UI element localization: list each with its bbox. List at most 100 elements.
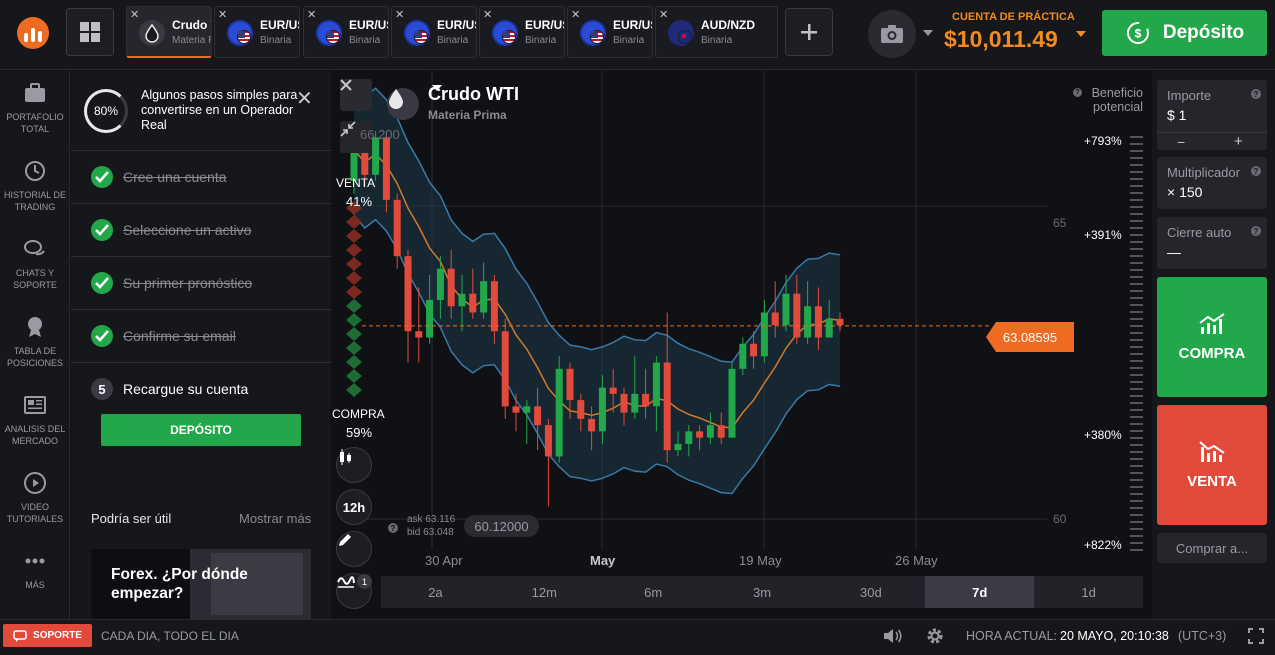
onboarding-step[interactable]: Seleccione un activo: [71, 203, 331, 255]
candle-body: [512, 406, 520, 413]
pencil-icon: [339, 534, 351, 546]
grid-view-button[interactable]: [66, 8, 114, 56]
asset-tab-eurusd[interactable]: ✕ EUR/USD Binaria: [479, 6, 565, 58]
close-panel-icon[interactable]: ✕: [296, 86, 313, 111]
settings-gear-icon[interactable]: [926, 627, 944, 645]
multiplier-field[interactable]: Multiplicador ? × 150: [1157, 157, 1267, 209]
help-icon[interactable]: ?: [1251, 89, 1261, 99]
volume-icon[interactable]: [883, 628, 903, 644]
onboarding-deposit-button[interactable]: DEPÓSITO: [101, 414, 301, 446]
candle-body: [631, 393, 639, 413]
drawing-tools-button[interactable]: [336, 531, 372, 567]
onboarding-title: Algunos pasos simples para convertirse e…: [141, 88, 298, 132]
oil-drop-icon: [139, 20, 165, 46]
time-range-1d[interactable]: 1d: [1034, 576, 1143, 608]
camera-dropdown-icon[interactable]: [922, 29, 934, 37]
sidebar-item-label: HISTORIAL DE TRADING: [3, 190, 66, 212]
ask-price: ask 63.116: [407, 514, 456, 525]
tab-sub: Binaria: [260, 35, 292, 46]
asset-tab-eurusd[interactable]: ✕ EUR/USD Binaria: [567, 6, 653, 58]
show-more-link[interactable]: Mostrar más: [239, 511, 311, 526]
account-type-label[interactable]: CUENTA DE PRÁCTICA: [952, 11, 1075, 23]
auto-close-value: —: [1167, 244, 1181, 260]
time-range-6m[interactable]: 6m: [599, 576, 708, 608]
candle-body: [825, 318, 833, 338]
bollinger-band: [354, 84, 840, 494]
buy-sentiment-marker: [346, 299, 362, 313]
sidebar-item-market-analysis[interactable]: ANALISIS DEL MERCADO: [0, 393, 70, 447]
close-tab-icon[interactable]: ✕: [571, 8, 580, 21]
help-icon[interactable]: ?: [1251, 166, 1261, 176]
fullscreen-icon[interactable]: [1248, 628, 1264, 644]
close-tab-icon[interactable]: ✕: [659, 8, 668, 21]
asset-selector[interactable]: Crudo WTI: [428, 84, 519, 105]
asset-tab-audnzd[interactable]: ✕ AUD/NZD Binaria: [655, 6, 778, 58]
tab-name: AUD/NZD: [701, 18, 755, 32]
current-time-label: HORA ACTUAL:: [966, 629, 1057, 643]
candle-body: [469, 293, 477, 313]
candle-body: [534, 406, 542, 426]
buy-label: COMPRA: [1178, 344, 1246, 362]
close-tab-icon[interactable]: ✕: [307, 8, 316, 21]
close-tab-icon[interactable]: ✕: [130, 8, 139, 21]
account-dropdown-icon[interactable]: [1075, 30, 1087, 38]
onboarding-step-current[interactable]: 5 Recargue su cuenta: [71, 362, 331, 414]
sidebar-item-leaderboard[interactable]: TABLA DE POSICIONES: [0, 315, 70, 369]
support-label: SOPORTE: [33, 630, 82, 641]
asset-tab-eurusd[interactable]: ✕ EUR/USD Binaria: [303, 6, 389, 58]
help-icon[interactable]: ?: [1251, 226, 1261, 236]
sidebar-item-more[interactable]: MÁS: [0, 549, 70, 591]
sidebar-item-video-tutorials[interactable]: VIDEO TUTORIALES: [0, 471, 70, 525]
promo-card[interactable]: Forex. ¿Por dónde empezar?: [91, 549, 311, 619]
interval-button[interactable]: 12h: [336, 489, 372, 525]
buy-button[interactable]: COMPRA: [1157, 277, 1267, 397]
close-tab-icon[interactable]: ✕: [218, 8, 227, 21]
chart-canvas[interactable]: [332, 71, 1152, 571]
time-range-3m[interactable]: 3m: [708, 576, 817, 608]
close-tab-icon[interactable]: ✕: [483, 8, 492, 21]
amount-decrease-button[interactable]: −: [1177, 134, 1185, 150]
x-axis-label: 19 May: [739, 553, 782, 568]
sidebar-item-portfolio[interactable]: PORTAFOLIO TOTAL: [0, 81, 70, 135]
candle-body: [372, 137, 380, 175]
brand-logo-icon[interactable]: [17, 17, 49, 49]
buy-sentiment-marker: [346, 341, 362, 355]
support-button[interactable]: SOPORTE: [3, 624, 92, 647]
candle-body: [620, 393, 628, 413]
time-range-12m[interactable]: 12m: [490, 576, 599, 608]
sidebar-item-chats[interactable]: CHATS Y SOPORTE: [0, 237, 70, 291]
candle-body: [598, 387, 606, 432]
time-range-2a[interactable]: 2a: [381, 576, 490, 608]
asset-tab-eurusd[interactable]: ✕ EUR/USD Binaria: [391, 6, 477, 58]
sidebar-item-label: ANALISIS DEL MERCADO: [4, 424, 66, 446]
sidebar-item-trading-history[interactable]: HISTORIAL DE TRADING: [0, 159, 70, 213]
account-balance[interactable]: $10,011.49: [944, 26, 1058, 53]
help-icon[interactable]: ?: [1073, 88, 1082, 97]
amount-field[interactable]: Importe ? $ 1 − +: [1157, 80, 1267, 150]
multiplier-value: × 150: [1167, 184, 1203, 200]
onboarding-step[interactable]: Confirme su email: [71, 309, 331, 361]
time-range-7d[interactable]: 7d: [925, 576, 1035, 608]
asset-tab-eurusd[interactable]: ✕ EUR/USD Binaria: [214, 6, 300, 58]
tab-name: EUR/USD: [260, 18, 299, 32]
close-chart-button[interactable]: [340, 79, 372, 111]
buy-at-price-button[interactable]: Comprar a...: [1157, 533, 1267, 563]
sell-button[interactable]: VENTA: [1157, 405, 1267, 525]
help-icon[interactable]: ?: [388, 523, 398, 533]
deposit-button[interactable]: $ Depósito: [1102, 10, 1267, 56]
onboarding-step[interactable]: Cree una cuenta: [71, 150, 331, 202]
asset-tab-crudo[interactable]: ✕ Crudo WTI Materia Prima: [126, 6, 212, 58]
candle-body: [674, 443, 682, 451]
x-axis-label: 30 Apr: [425, 553, 463, 568]
onboarding-step[interactable]: Su primer pronóstico: [71, 256, 331, 308]
chart-type-button[interactable]: [336, 447, 372, 483]
trading-chart[interactable]: Crudo WTI Materia Prima ? Beneficio pote…: [332, 71, 1152, 619]
time-range-30d[interactable]: 30d: [816, 576, 925, 608]
candle-body: [490, 281, 498, 332]
screenshot-button[interactable]: [868, 10, 916, 58]
add-tab-button[interactable]: [785, 8, 833, 56]
auto-close-field[interactable]: Cierre auto ? —: [1157, 217, 1267, 269]
close-tab-icon[interactable]: ✕: [395, 8, 404, 21]
amount-increase-button[interactable]: +: [1234, 133, 1243, 150]
amount-value[interactable]: $ 1: [1167, 107, 1186, 123]
